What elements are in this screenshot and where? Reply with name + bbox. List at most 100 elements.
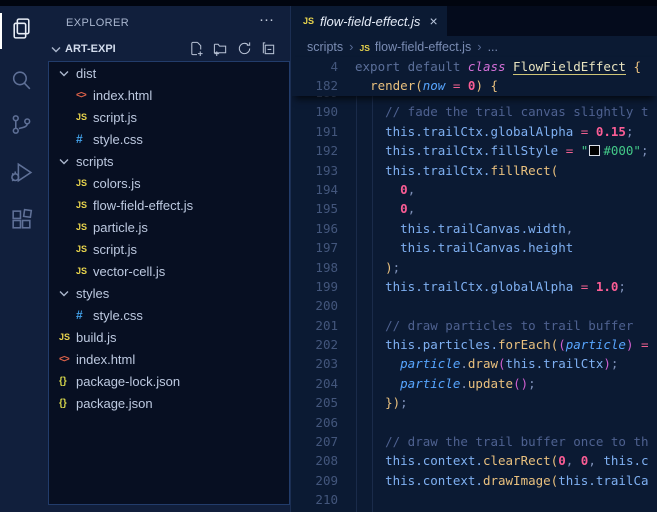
code-line-204: 204 particle.update(); (292, 374, 657, 393)
line-number: 210 (292, 490, 338, 509)
chevron-down-icon (59, 158, 76, 165)
extensions-icon (9, 208, 34, 238)
tree-item-package.json[interactable]: {}package.json (49, 392, 289, 414)
new-file-icon[interactable] (189, 41, 204, 61)
tree-item-label: package-lock.json (76, 374, 180, 389)
line-number: 209 (292, 471, 338, 490)
line-number: 208 (292, 451, 338, 470)
line-number: 195 (292, 199, 338, 218)
run-debug-icon (9, 160, 34, 190)
tree-item-label: dist (76, 66, 96, 81)
css-file-icon: # (76, 132, 93, 146)
code-line-196: 196 this.trailCanvas.width, (292, 219, 657, 238)
line-number: 207 (292, 432, 338, 451)
file-tree: dist<>index.htmlJSscript.js#style.cssscr… (48, 61, 290, 505)
activity-search-button[interactable] (0, 62, 42, 104)
code-line-202: 202 this.particles.forEach((particle) = (292, 335, 657, 354)
js-file-icon: JS (303, 16, 314, 26)
tab-label: flow-field-effect.js (320, 14, 420, 29)
tree-item-style.css[interactable]: #style.css (49, 128, 289, 150)
line-number: 197 (292, 238, 338, 257)
tree-item-label: index.html (76, 352, 135, 367)
tree-item-label: colors.js (93, 176, 141, 191)
code-area[interactable]: 189190 // fade the trail canvas slightly… (292, 96, 657, 512)
tree-item-label: build.js (76, 330, 116, 345)
tree-item-label: scripts (76, 154, 114, 169)
tree-item-script.js[interactable]: JSscript.js (49, 106, 289, 128)
code-line-210: 210 (292, 490, 657, 509)
tree-item-dist[interactable]: dist (49, 62, 289, 84)
tab-bar: JS flow-field-effect.js × (292, 6, 657, 36)
tree-item-label: index.html (93, 88, 152, 103)
line-number: 200 (292, 296, 338, 315)
code-line-201: 201 // draw particles to trail buffer (292, 316, 657, 335)
tree-item-colors.js[interactable]: JScolors.js (49, 172, 289, 194)
tree-item-index.html[interactable]: <>index.html (49, 84, 289, 106)
line-number: 4 (292, 57, 338, 76)
tree-item-package-lock.json[interactable]: {}package-lock.json (49, 370, 289, 392)
code-line-208: 208 this.context.clearRect(0, 0, this.c (292, 451, 657, 470)
refresh-icon[interactable] (237, 41, 252, 61)
source-control-icon (9, 112, 34, 142)
tab-flow-field-effect[interactable]: JS flow-field-effect.js × (292, 6, 447, 36)
tree-item-flow-field-effect.js[interactable]: JSflow-field-effect.js (49, 194, 289, 216)
code-line-182: 182 render(now = 0) { (292, 76, 657, 95)
code-line-191: 191 this.trailCtx.globalAlpha = 0.15; (292, 122, 657, 141)
code-line-197: 197 this.trailCanvas.height (292, 238, 657, 257)
json-file-icon: {} (59, 398, 76, 409)
activity-extensions-button[interactable] (0, 202, 42, 244)
line-number: 202 (292, 335, 338, 354)
code-line-199: 199 this.trailCtx.globalAlpha = 1.0; (292, 277, 657, 296)
search-icon (9, 68, 34, 98)
line-number: 194 (292, 180, 338, 199)
line-number: 205 (292, 393, 338, 412)
workspace-section-header[interactable]: ART-EXPI (42, 38, 290, 60)
line-number: 182 (292, 76, 338, 95)
views-actions-icon[interactable]: ··· (259, 11, 274, 28)
tree-item-particle.js[interactable]: JSparticle.js (49, 216, 289, 238)
activity-source-control-button[interactable] (0, 106, 42, 148)
chevron-down-icon (59, 290, 76, 297)
tree-item-script.js[interactable]: JSscript.js (49, 238, 289, 260)
tree-item-index.html[interactable]: <>index.html (49, 348, 289, 370)
breadcrumb-label: ... (488, 40, 498, 54)
color-swatch (589, 145, 600, 156)
line-number: 192 (292, 141, 338, 160)
code-line-203: 203 particle.draw(this.trailCtx); (292, 354, 657, 373)
tree-item-scripts[interactable]: scripts (49, 150, 289, 172)
breadcrumb-separator-icon: › (477, 39, 481, 54)
code-line-209: 209 this.context.drawImage(this.trailCa (292, 471, 657, 490)
code-line-193: 193 this.trailCtx.fillRect( (292, 161, 657, 180)
tree-item-label: particle.js (93, 220, 148, 235)
tree-item-label: styles (76, 286, 109, 301)
breadcrumb-item[interactable]: ... (488, 40, 498, 54)
js-file-icon: JS (76, 200, 93, 210)
css-file-icon: # (76, 308, 93, 322)
chevron-down-icon (51, 46, 61, 53)
tree-item-vector-cell.js[interactable]: JSvector-cell.js (49, 260, 289, 282)
activity-bar (0, 6, 42, 512)
new-folder-icon[interactable] (213, 41, 228, 61)
activity-run-debug-button[interactable] (0, 154, 42, 196)
code-line-207: 207 // draw the trail buffer once to th (292, 432, 657, 451)
explorer-sidebar: EXPLORER ··· ART-EXPI dist<>index.htmlJS… (42, 6, 291, 512)
line-number: 190 (292, 102, 338, 121)
collapse-all-icon[interactable] (261, 41, 276, 61)
tree-item-styles[interactable]: styles (49, 282, 289, 304)
code-line-205: 205 }); (292, 393, 657, 412)
close-tab-icon[interactable]: × (429, 13, 437, 29)
code-line-4: 4export default class FlowFieldEffect { (292, 57, 657, 76)
tree-item-label: script.js (93, 110, 137, 125)
html-file-icon: <> (59, 354, 76, 365)
breadcrumb-item[interactable]: JSflow-field-effect.js (359, 40, 471, 54)
js-file-icon: JS (76, 112, 93, 122)
tree-item-style.css[interactable]: #style.css (49, 304, 289, 326)
breadcrumb-separator-icon: › (349, 39, 353, 54)
breadcrumb-item[interactable]: scripts (307, 40, 343, 54)
code-line-200: 200 (292, 296, 657, 315)
editor-group: JS flow-field-effect.js × scripts›JSflow… (292, 6, 657, 512)
code-line-194: 194 0, (292, 180, 657, 199)
activity-explorer-button[interactable] (0, 10, 42, 52)
tree-item-label: package.json (76, 396, 153, 411)
tree-item-build.js[interactable]: JSbuild.js (49, 326, 289, 348)
